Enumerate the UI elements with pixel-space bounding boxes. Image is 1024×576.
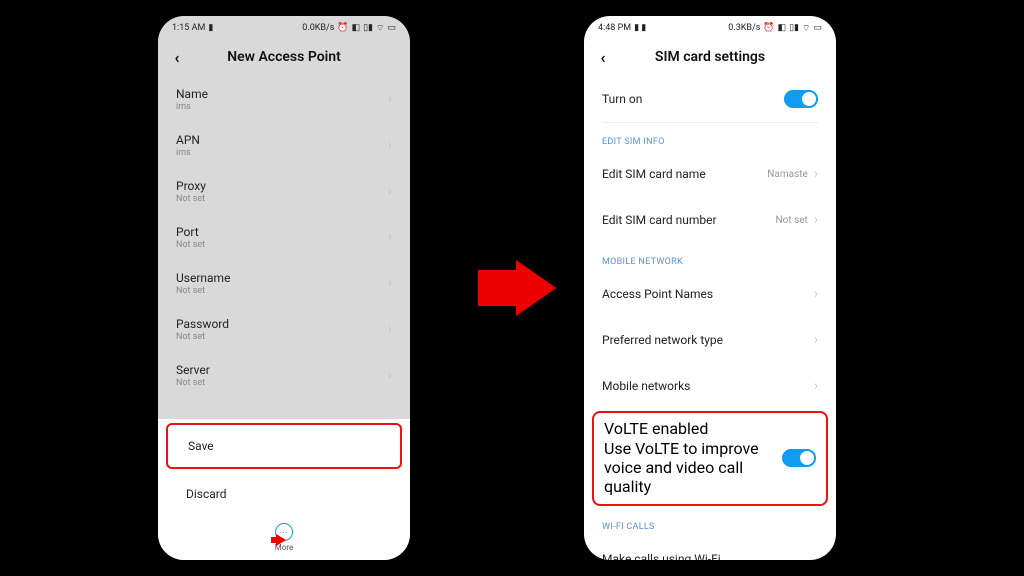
- row-sub: Not set: [176, 378, 388, 388]
- status-time: 1:15 AM: [172, 23, 205, 33]
- row-label: Name: [176, 87, 388, 101]
- toggle-volte[interactable]: [782, 449, 816, 467]
- battery-icon: ▭: [387, 23, 396, 33]
- row-label: VoLTE enabled: [604, 419, 782, 438]
- section-mobile-network: MOBILE NETWORK: [584, 243, 836, 271]
- chevron-right-icon: ›: [388, 275, 392, 291]
- row-label: APN: [176, 133, 388, 147]
- row-apn[interactable]: Access Point Names ›: [584, 271, 836, 317]
- titlebar-left: ‹ New Access Point: [158, 38, 410, 76]
- row-label: Edit SIM card name: [602, 167, 767, 181]
- statusbar-left: 1:15 AM ▮ 0.0KB/s ⏰ ◧ ▯▮ ⌔ ▭: [158, 16, 410, 38]
- section-wifi-calls: WI-FI CALLS: [584, 508, 836, 536]
- sim-icon: ◧: [352, 23, 361, 33]
- row-label: Make calls using Wi-Fi: [602, 552, 818, 560]
- row-volte-enabled[interactable]: VoLTE enabled Use VoLTE to improve voice…: [592, 411, 828, 506]
- chevron-right-icon: ›: [388, 91, 392, 107]
- phone-left: 1:15 AM ▮ 0.0KB/s ⏰ ◧ ▯▮ ⌔ ▭ ‹ New Acces…: [150, 8, 418, 568]
- wifi-icon: ⌔: [802, 23, 810, 34]
- row-sub: Use VoLTE to improve voice and video cal…: [604, 439, 782, 496]
- chevron-right-icon: ›: [814, 212, 818, 228]
- row-edit-sim-number[interactable]: Edit SIM card number Not set ›: [584, 197, 836, 243]
- row-port[interactable]: Port Not set ›: [158, 214, 410, 260]
- row-sub: Not set: [176, 286, 388, 296]
- discard-button[interactable]: Discard: [166, 473, 402, 515]
- section-edit-sim: EDIT SIM INFO: [584, 123, 836, 151]
- chevron-right-icon: ›: [388, 367, 392, 383]
- row-turn-on[interactable]: Turn on: [584, 76, 836, 122]
- recording-icon: ▮: [208, 23, 213, 33]
- status-rate: 0.0KB/s: [302, 23, 334, 33]
- recording-icon: ▮ ▮: [634, 23, 646, 33]
- page-title: SIM card settings: [612, 49, 808, 65]
- save-button[interactable]: Save: [166, 423, 402, 469]
- sim-settings-list[interactable]: Turn on EDIT SIM INFO Edit SIM card name…: [584, 76, 836, 560]
- row-label: Server: [176, 363, 388, 377]
- row-sub: Not set: [176, 332, 388, 342]
- alarm-icon: ⏰: [763, 23, 774, 33]
- row-wifi-calls[interactable]: Make calls using Wi-Fi: [584, 536, 836, 560]
- row-sub: ims: [176, 148, 388, 158]
- row-label: Username: [176, 271, 388, 285]
- statusbar-right: 4:48 PM ▮ ▮ 0.3KB/s ⏰ ◧ ▯▮ ⌔ ▭: [584, 16, 836, 38]
- back-button[interactable]: ‹: [168, 48, 186, 66]
- row-value: Not set: [776, 215, 808, 226]
- status-rate: 0.3KB/s: [728, 23, 760, 33]
- signal-icon: ▯▮: [789, 23, 799, 33]
- row-label: Port: [176, 225, 388, 239]
- row-value: Namaste: [767, 169, 808, 180]
- chevron-right-icon: ›: [814, 286, 818, 302]
- row-server[interactable]: Server Not set ›: [158, 352, 410, 398]
- row-label: Proxy: [176, 179, 388, 193]
- row-label: Preferred network type: [602, 333, 814, 347]
- row-mobile-networks[interactable]: Mobile networks ›: [584, 363, 836, 409]
- signal-icon: ▯▮: [363, 23, 373, 33]
- row-proxy[interactable]: Proxy Not set ›: [158, 168, 410, 214]
- wifi-icon: ⌔: [376, 23, 384, 34]
- row-sub: Not set: [176, 194, 388, 204]
- back-button[interactable]: ‹: [594, 48, 612, 66]
- chevron-right-icon: ›: [814, 166, 818, 182]
- row-sub: Not set: [176, 240, 388, 250]
- row-password[interactable]: Password Not set ›: [158, 306, 410, 352]
- alarm-icon: ⏰: [337, 23, 348, 33]
- row-username[interactable]: Username Not set ›: [158, 260, 410, 306]
- sim-icon: ◧: [778, 23, 787, 33]
- chevron-right-icon: ›: [388, 137, 392, 153]
- phone-right: 4:48 PM ▮ ▮ 0.3KB/s ⏰ ◧ ▯▮ ⌔ ▭ ‹ SIM car…: [576, 8, 844, 568]
- chevron-right-icon: ›: [388, 321, 392, 337]
- row-label: Password: [176, 317, 388, 331]
- row-label: Turn on: [602, 92, 784, 106]
- row-label: Access Point Names: [602, 287, 814, 301]
- row-preferred-network[interactable]: Preferred network type ›: [584, 317, 836, 363]
- battery-icon: ▭: [813, 23, 822, 33]
- chevron-right-icon: ›: [388, 229, 392, 245]
- chevron-right-icon: ›: [814, 378, 818, 394]
- row-apn[interactable]: APN ims ›: [158, 122, 410, 168]
- screen-left: 1:15 AM ▮ 0.0KB/s ⏰ ◧ ▯▮ ⌔ ▭ ‹ New Acces…: [158, 16, 410, 560]
- status-time: 4:48 PM: [598, 23, 631, 33]
- toggle-on[interactable]: [784, 90, 818, 108]
- row-sub: ims: [176, 102, 388, 112]
- screen-right: 4:48 PM ▮ ▮ 0.3KB/s ⏰ ◧ ▯▮ ⌔ ▭ ‹ SIM car…: [584, 16, 836, 560]
- titlebar-right: ‹ SIM card settings: [584, 38, 836, 76]
- chevron-right-icon: ›: [388, 183, 392, 199]
- row-label: Edit SIM card number: [602, 213, 776, 227]
- chevron-right-icon: ›: [814, 332, 818, 348]
- page-title: New Access Point: [186, 49, 382, 65]
- row-name[interactable]: Name ims ›: [158, 76, 410, 122]
- row-label: Mobile networks: [602, 379, 814, 393]
- annotation-arrow-small: [276, 534, 286, 546]
- row-edit-sim-name[interactable]: Edit SIM card name Namaste ›: [584, 151, 836, 197]
